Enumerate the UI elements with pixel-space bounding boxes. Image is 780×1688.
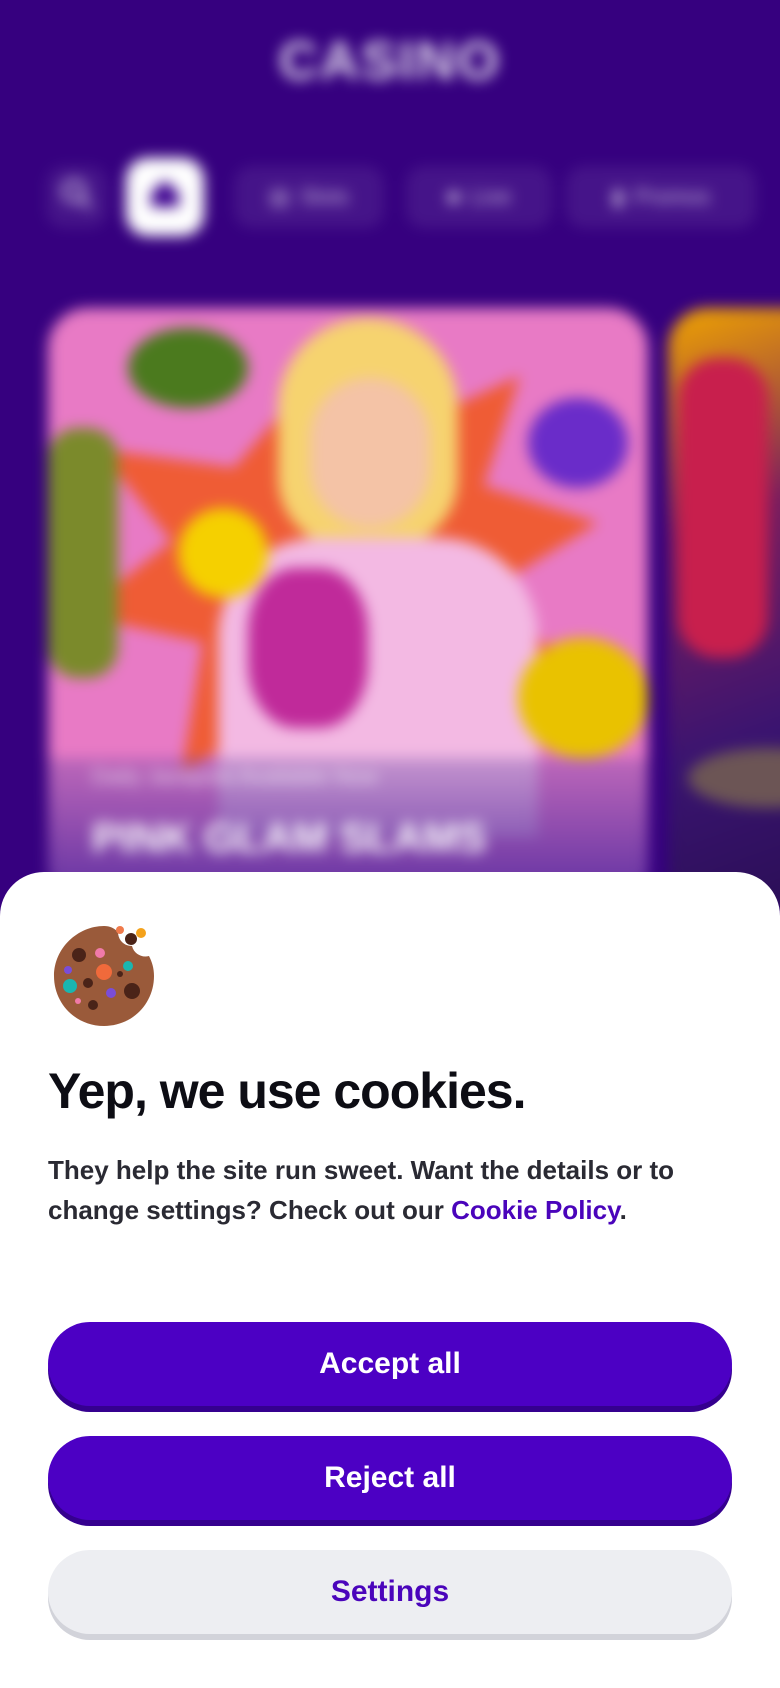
nav-search-button[interactable]	[46, 166, 108, 228]
search-icon	[60, 177, 94, 217]
home-icon	[145, 173, 185, 222]
slots-icon: ▤	[269, 184, 290, 209]
next-promo-card[interactable]	[668, 308, 780, 908]
cookie-consent-sheet: Yep, we use cookies. They help the site …	[0, 872, 780, 1688]
nav-promos-label: Promos	[634, 184, 710, 209]
accept-all-button[interactable]: Accept all	[48, 1322, 732, 1406]
cookie-icon	[48, 920, 160, 1032]
brand-logo: CASINO	[278, 31, 501, 91]
category-nav: ▤ Slots ■ Live ▮ Promos	[30, 158, 756, 236]
cookie-description-end: .	[619, 1195, 627, 1225]
nav-slots-tab[interactable]: ▤ Slots	[234, 166, 384, 228]
reject-all-button[interactable]: Reject all	[48, 1436, 732, 1520]
cookie-description: They help the site run sweet. Want the d…	[48, 1150, 688, 1230]
cookie-policy-link[interactable]: Cookie Policy	[451, 1195, 620, 1225]
nav-live-tab[interactable]: ■ Live	[406, 166, 552, 228]
hero-title: PINK GLAM SLAMS	[92, 814, 487, 861]
settings-button[interactable]: Settings	[48, 1550, 732, 1634]
hero-subtitle: Daily Jackpots Available Now	[92, 764, 378, 789]
nav-slots-label: Slots	[299, 184, 349, 209]
gift-icon: ▮	[612, 184, 625, 209]
video-icon: ■	[447, 184, 461, 209]
hero-promo-card[interactable]: Daily Jackpots Available Now PINK GLAM S…	[48, 308, 648, 908]
nav-promos-tab[interactable]: ▮ Promos	[566, 166, 756, 228]
nav-home-button[interactable]	[126, 158, 204, 236]
nav-live-label: Live	[470, 184, 511, 209]
cookie-title: Yep, we use cookies.	[48, 1063, 526, 1119]
